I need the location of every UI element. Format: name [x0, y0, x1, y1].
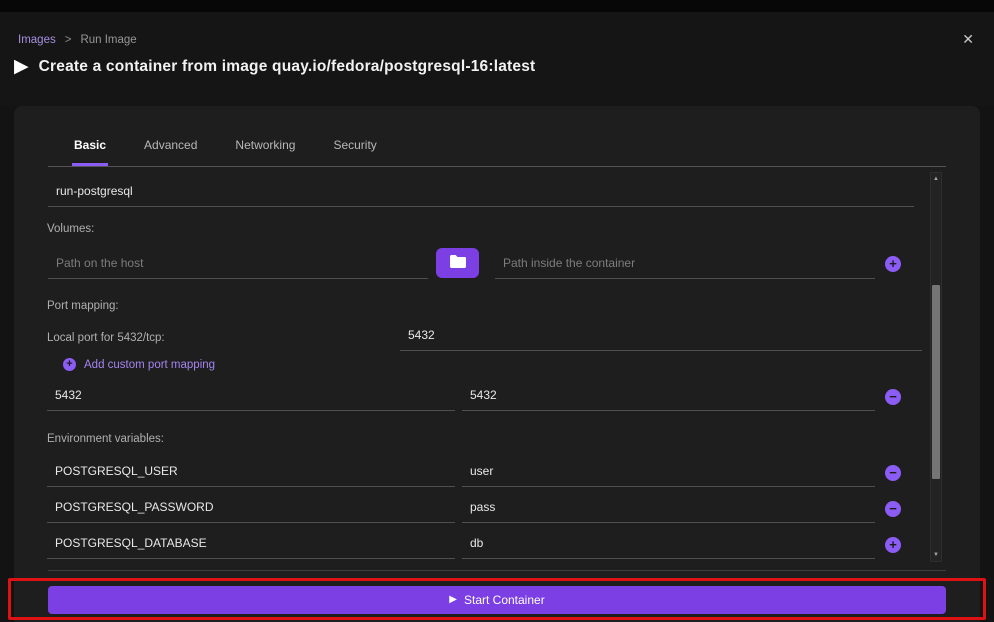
- breadcrumb-images-link[interactable]: Images: [18, 34, 56, 46]
- local-port-label: Local port for 5432/tcp:: [47, 332, 165, 344]
- window-titlebar: [0, 0, 994, 12]
- add-volume-plus-icon[interactable]: +: [885, 256, 901, 272]
- play-icon: ▶: [449, 594, 457, 606]
- run-play-icon: ▶: [14, 56, 29, 78]
- environment-variables-label: Environment variables:: [47, 433, 164, 445]
- tab-advanced[interactable]: Advanced: [142, 138, 199, 166]
- remove-env-minus-icon[interactable]: −: [885, 465, 901, 481]
- port-mapping-label: Port mapping:: [47, 300, 119, 312]
- title-row: ▶ Create a container from image quay.io/…: [14, 56, 535, 78]
- scroll-up-icon[interactable]: ▲: [931, 176, 941, 182]
- custom-host-port-input[interactable]: [47, 380, 455, 411]
- plus-icon: +: [63, 358, 76, 371]
- remove-env-minus-icon[interactable]: −: [885, 501, 901, 517]
- tab-bar: Basic Advanced Networking Security: [48, 106, 946, 166]
- tab-bar-underline: [48, 166, 946, 167]
- container-name-input[interactable]: [48, 176, 914, 207]
- add-custom-port-mapping-link[interactable]: + Add custom port mapping: [63, 358, 215, 371]
- tab-basic[interactable]: Basic: [72, 138, 108, 166]
- folder-icon: [450, 255, 466, 271]
- env-value-input[interactable]: [462, 456, 875, 487]
- tab-security[interactable]: Security: [331, 138, 378, 166]
- add-env-plus-icon[interactable]: +: [885, 537, 901, 553]
- env-value-input[interactable]: [462, 492, 875, 523]
- run-image-form-panel: Basic Advanced Networking Security Volum…: [14, 106, 980, 622]
- env-key-input[interactable]: [47, 456, 455, 487]
- scroll-down-icon[interactable]: ▼: [931, 552, 941, 558]
- breadcrumb: Images > Run Image: [18, 34, 137, 46]
- breadcrumb-current: Run Image: [80, 34, 136, 46]
- page-title: Create a container from image quay.io/fe…: [39, 58, 536, 76]
- close-icon[interactable]: ✕: [962, 32, 974, 46]
- scrollbar-thumb[interactable]: [932, 285, 940, 479]
- start-container-label: Start Container: [464, 593, 545, 607]
- container-path-input[interactable]: [495, 248, 875, 279]
- remove-port-minus-icon[interactable]: −: [885, 389, 901, 405]
- browse-folder-button[interactable]: [436, 248, 479, 278]
- volumes-label: Volumes:: [47, 223, 94, 235]
- env-key-input[interactable]: [47, 492, 455, 523]
- footer-divider: [48, 570, 946, 571]
- add-custom-port-mapping-label: Add custom port mapping: [84, 359, 215, 371]
- page-header: Images > Run Image ✕ ▶ Create a containe…: [0, 12, 994, 106]
- local-port-input[interactable]: [400, 320, 922, 351]
- host-path-input[interactable]: [48, 248, 428, 279]
- custom-container-port-input[interactable]: [462, 380, 875, 411]
- scrollbar[interactable]: ▲ ▼: [930, 172, 942, 562]
- app-window: Images > Run Image ✕ ▶ Create a containe…: [0, 0, 994, 622]
- start-container-button[interactable]: ▶ Start Container: [48, 586, 946, 614]
- breadcrumb-separator: >: [65, 34, 72, 46]
- env-key-input[interactable]: [47, 528, 455, 559]
- tab-networking[interactable]: Networking: [233, 138, 297, 166]
- env-value-input[interactable]: [462, 528, 875, 559]
